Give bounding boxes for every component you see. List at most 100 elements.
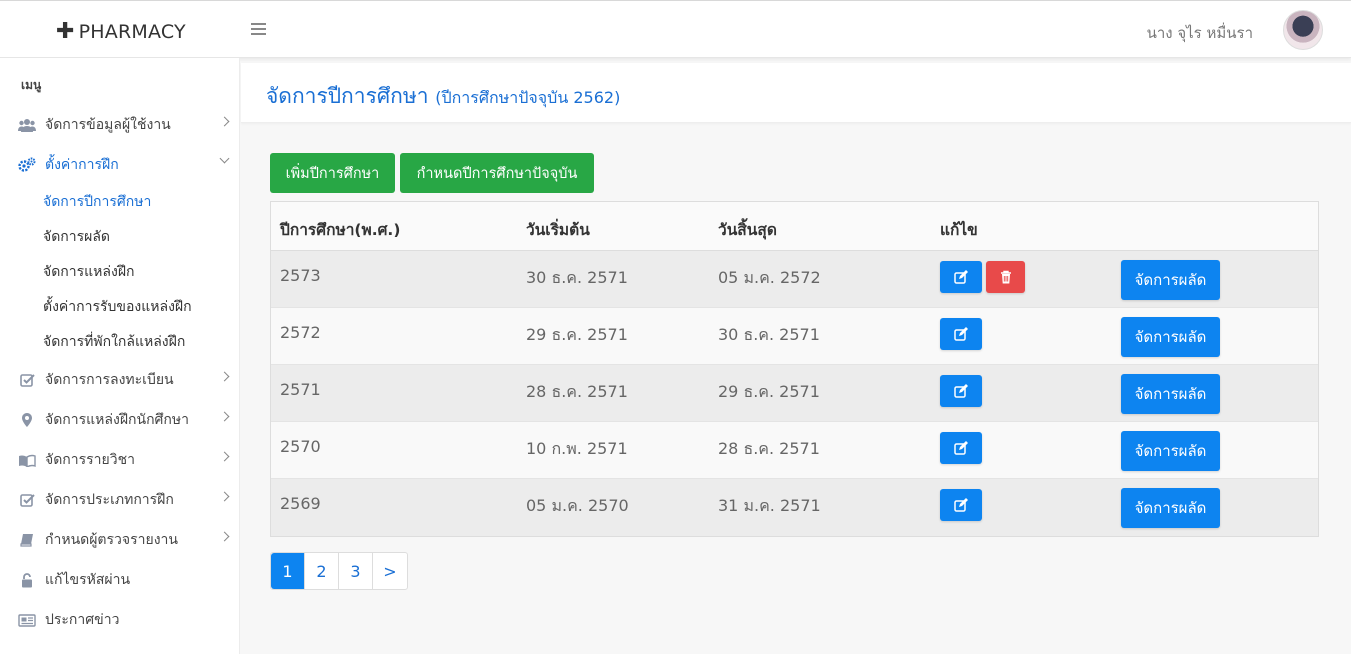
sidebar-item-registration[interactable]: จัดการการลงทะเบียน xyxy=(0,366,240,394)
cell-end-date: 05 ม.ค. 2572 xyxy=(718,268,821,287)
table-header: ปีการศึกษา(พ.ศ.) วันเริ่มต้น วันสิ้นสุด … xyxy=(271,202,1318,251)
cell-year: 2570 xyxy=(280,437,321,456)
users-icon xyxy=(18,117,36,133)
unlock-icon xyxy=(18,572,36,588)
sidebar-subitem-rotation[interactable]: จัดการผลัด xyxy=(43,226,110,248)
pagination: 1 2 3 > xyxy=(270,552,408,590)
add-academic-year-button[interactable]: เพิ่มปีการศึกษา xyxy=(270,153,395,193)
edit-icon xyxy=(953,270,968,284)
sidebar-item-report-reviewers[interactable]: กำหนดผู้ตรวจรายงาน xyxy=(0,526,240,554)
page-link-2[interactable]: 2 xyxy=(305,553,339,589)
column-header-edit: แก้ไข xyxy=(940,221,978,239)
manage-rotation-button[interactable]: จัดการผลัด xyxy=(1121,431,1220,471)
brand-name: PHARMACY xyxy=(78,21,186,43)
column-header-start: วันเริ่มต้น xyxy=(526,221,590,239)
sidebar-item-label: จัดการแหล่งฝึกนักศึกษา xyxy=(45,412,189,428)
sidebar-item-training-settings[interactable]: ตั้งค่าการฝึก xyxy=(0,151,240,179)
avatar[interactable] xyxy=(1283,10,1323,50)
chevron-right-icon xyxy=(219,451,230,462)
table-row: 2569 05 ม.ค. 2570 31 ม.ค. 2571 จัดการผลั… xyxy=(271,479,1318,536)
sidebar-item-label: ตั้งค่าการฝึก xyxy=(45,157,119,173)
trash-icon xyxy=(1000,270,1011,284)
chevron-down-icon xyxy=(219,153,230,164)
cell-end-date: 31 ม.ค. 2571 xyxy=(718,496,821,515)
cell-start-date: 10 ก.พ. 2571 xyxy=(526,439,628,458)
page-link-next[interactable]: > xyxy=(373,553,407,589)
map-marker-icon xyxy=(18,412,36,428)
newspaper-icon xyxy=(18,612,36,628)
edit-icon xyxy=(953,327,968,341)
user-name[interactable]: นาง จุไร หมื่นรา xyxy=(1147,21,1253,45)
table-row: 2573 30 ธ.ค. 2571 05 ม.ค. 2572 จัดการผลั… xyxy=(271,251,1318,308)
chevron-right-icon xyxy=(219,371,230,382)
cell-end-date: 29 ธ.ค. 2571 xyxy=(718,382,820,401)
chevron-right-icon xyxy=(219,531,230,542)
book-icon xyxy=(18,532,36,548)
sidebar: เมนู จัดการข้อมูลผู้ใช้งาน ตั้งค่าการฝึก… xyxy=(0,58,240,654)
brand-logo[interactable]: ✚ PHARMACY xyxy=(56,19,186,44)
manage-rotation-button[interactable]: จัดการผลัด xyxy=(1121,374,1220,414)
content-header: จัดการปีการศึกษา (ปีการศึกษาปัจจุบัน 256… xyxy=(241,63,1351,123)
cell-start-date: 28 ธ.ค. 2571 xyxy=(526,382,628,401)
sidebar-subitem-training-sites[interactable]: จัดการแหล่งฝึก xyxy=(43,261,135,283)
top-navbar: ✚ PHARMACY นาง จุไร หมื่นรา xyxy=(0,0,1351,58)
sidebar-item-training-types[interactable]: จัดการประเภทการฝึก xyxy=(0,486,240,514)
chevron-right-icon xyxy=(219,411,230,422)
cell-end-date: 30 ธ.ค. 2571 xyxy=(718,325,820,344)
cell-start-date: 29 ธ.ค. 2571 xyxy=(526,325,628,344)
sidebar-item-label: จัดการประเภทการฝึก xyxy=(45,492,174,508)
book-open-icon xyxy=(18,452,36,468)
sidebar-item-label: จัดการข้อมูลผู้ใช้งาน xyxy=(45,117,171,133)
chevron-right-icon xyxy=(219,491,230,502)
sidebar-item-change-password[interactable]: แก้ไขรหัสผ่าน xyxy=(0,566,240,594)
table-row: 2570 10 ก.พ. 2571 28 ธ.ค. 2571 จัดการผลั… xyxy=(271,422,1318,479)
page-title: จัดการปีการศึกษา (ปีการศึกษาปัจจุบัน 256… xyxy=(266,80,620,113)
edit-button[interactable] xyxy=(940,318,982,350)
sidebar-item-student-sites[interactable]: จัดการแหล่งฝึกนักศึกษา xyxy=(0,406,240,434)
sidebar-item-label: กำหนดผู้ตรวจรายงาน xyxy=(45,532,178,548)
edit-button[interactable] xyxy=(940,261,982,293)
edit-icon xyxy=(953,498,968,512)
delete-button[interactable] xyxy=(986,261,1025,293)
cell-year: 2573 xyxy=(280,266,321,285)
page-link-3[interactable]: 3 xyxy=(339,553,373,589)
column-header-year: ปีการศึกษา(พ.ศ.) xyxy=(280,221,401,239)
edit-icon xyxy=(953,384,968,398)
sidebar-subitem-academic-year[interactable]: จัดการปีการศึกษา xyxy=(43,191,151,213)
sidebar-item-label: จัดการรายวิชา xyxy=(45,452,135,468)
cell-end-date: 28 ธ.ค. 2571 xyxy=(718,439,820,458)
edit-icon xyxy=(953,441,968,455)
plus-icon: ✚ xyxy=(56,19,75,44)
sidebar-item-label: ประกาศข่าว xyxy=(45,612,120,628)
menu-toggle-icon[interactable] xyxy=(251,23,266,35)
sidebar-item-courses[interactable]: จัดการรายวิชา xyxy=(0,446,240,474)
sidebar-item-label: แก้ไขรหัสผ่าน xyxy=(45,572,131,588)
cell-year: 2572 xyxy=(280,323,321,342)
current-year-subtitle: (ปีการศึกษาปัจจุบัน 2562) xyxy=(435,88,621,107)
page-link-1[interactable]: 1 xyxy=(271,553,305,589)
edit-button[interactable] xyxy=(940,432,982,464)
cell-year: 2571 xyxy=(280,380,321,399)
sidebar-item-label: จัดการการลงทะเบียน xyxy=(45,372,174,388)
edit-button[interactable] xyxy=(940,375,982,407)
check-square-icon xyxy=(18,372,36,388)
edit-button[interactable] xyxy=(940,489,982,521)
table-row: 2571 28 ธ.ค. 2571 29 ธ.ค. 2571 จัดการผลั… xyxy=(271,365,1318,422)
sidebar-subitem-site-capacity[interactable]: ตั้งค่าการรับของแหล่งฝึก xyxy=(43,296,192,318)
check-square-icon xyxy=(18,492,36,508)
manage-rotation-button[interactable]: จัดการผลัด xyxy=(1121,260,1220,300)
set-current-year-button[interactable]: กำหนดปีการศึกษาปัจจุบัน xyxy=(400,153,594,193)
manage-rotation-button[interactable]: จัดการผลัด xyxy=(1121,488,1220,528)
sidebar-subitem-accommodation[interactable]: จัดการที่พักใกล้แหล่งฝึก xyxy=(43,331,185,353)
cell-start-date: 30 ธ.ค. 2571 xyxy=(526,268,628,287)
sidebar-item-users[interactable]: จัดการข้อมูลผู้ใช้งาน xyxy=(0,111,240,139)
gears-icon xyxy=(18,157,36,173)
manage-rotation-button[interactable]: จัดการผลัด xyxy=(1121,317,1220,357)
table-row: 2572 29 ธ.ค. 2571 30 ธ.ค. 2571 จัดการผลั… xyxy=(271,308,1318,365)
menu-caption: เมนู xyxy=(21,78,42,92)
cell-start-date: 05 ม.ค. 2570 xyxy=(526,496,629,515)
cell-year: 2569 xyxy=(280,494,321,513)
column-header-end: วันสิ้นสุด xyxy=(718,221,777,239)
sidebar-item-news[interactable]: ประกาศข่าว xyxy=(0,606,240,634)
chevron-right-icon xyxy=(219,116,230,127)
